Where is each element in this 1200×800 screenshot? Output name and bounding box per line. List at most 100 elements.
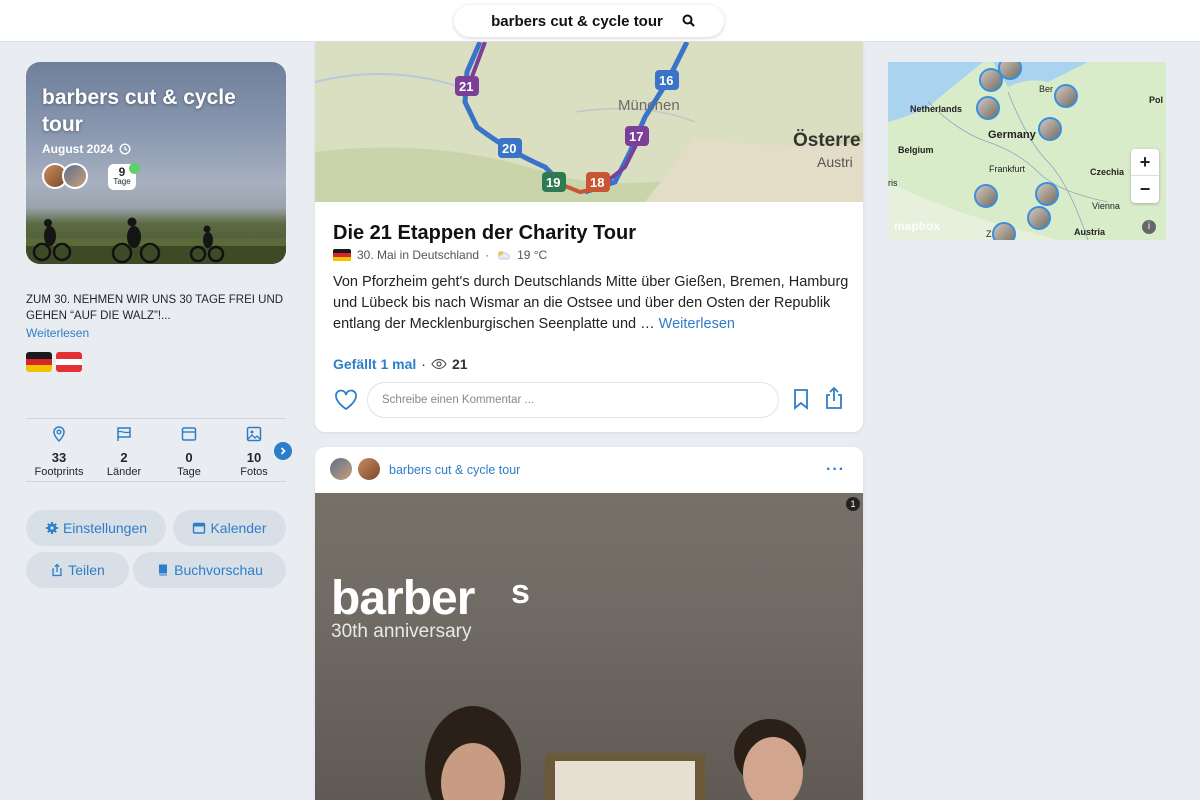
map-city-label: München <box>618 97 680 114</box>
post-header: barbers cut & cycle tour ··· <box>315 447 863 493</box>
map-label: Austria <box>1074 227 1106 237</box>
stat-label: Tage <box>177 466 201 478</box>
trip-description: ZUM 30. NEHMEN WIR UNS 30 TAGE FREI UND … <box>26 294 284 322</box>
share-icon[interactable] <box>823 386 845 410</box>
post-read-more-link[interactable]: Weiterlesen <box>659 316 735 332</box>
book-icon <box>159 564 168 576</box>
map-photo-marker[interactable] <box>1035 182 1059 206</box>
map-label: Vienna <box>1092 201 1120 211</box>
stage-marker: 16 <box>659 73 673 88</box>
comment-input[interactable]: Schreibe einen Kommentar ... <box>367 382 779 418</box>
top-bar: barbers cut & cycle tour <box>0 0 1200 42</box>
calendar-icon <box>193 522 206 534</box>
overview-map[interactable]: Netherlands Germany Belgium Frankfurt Cz… <box>888 62 1166 240</box>
trip-read-more-link[interactable]: Weiterlesen <box>26 326 89 340</box>
trip-stats: 33 Footprints 2 Länder 0 Tage 10 Fotos <box>26 418 286 482</box>
post-card: barbers cut & cycle tour ··· barber s 30… <box>315 447 863 800</box>
heart-icon[interactable] <box>333 387 359 413</box>
stat-days[interactable]: 0 Tage <box>159 425 219 478</box>
photo-count-badge: 1 <box>846 497 860 511</box>
photo-icon <box>246 426 262 442</box>
stat-countries[interactable]: 2 Länder <box>94 425 154 478</box>
stat-label: Footprints <box>34 466 84 478</box>
settings-button[interactable]: Einstellungen <box>26 510 166 546</box>
germany-flag-icon <box>333 248 351 262</box>
map-label: Frankfurt <box>989 164 1026 174</box>
map-photo-marker[interactable] <box>1038 117 1062 141</box>
trip-date: August 2024 <box>42 142 131 156</box>
trip-title: barbers cut & cycle tour <box>42 86 236 136</box>
post-photo[interactable]: barber s 30th anniversary 1 <box>315 493 863 800</box>
gear-icon <box>45 522 58 534</box>
post-weather: 19 °C <box>517 248 548 262</box>
trip-date-text: August 2024 <box>42 142 114 156</box>
days-badge-label: Tage <box>113 177 131 186</box>
trip-cover-card[interactable]: barbers cut & cycle tour August 2024 9 T… <box>26 62 286 264</box>
post-body-text: Von Pforzheim geht's durch Deutschlands … <box>333 274 849 332</box>
stat-footprints[interactable]: 33 Footprints <box>29 425 89 478</box>
country-flags <box>26 352 82 372</box>
map-label: Czechia <box>1090 167 1125 177</box>
flag-icon <box>117 427 131 441</box>
views-count: 21 <box>451 356 468 372</box>
photo-text-s: s <box>511 573 530 611</box>
stage-marker: 21 <box>459 79 473 94</box>
map-photo-marker[interactable] <box>992 222 1016 240</box>
map-info-icon[interactable]: i <box>1142 220 1156 234</box>
route-map[interactable]: 21 20 19 18 17 16 München Österre Austri <box>315 42 863 202</box>
stage-marker: 20 <box>502 141 516 156</box>
calendar-icon <box>181 427 197 441</box>
mapbox-logo[interactable]: mapbox <box>894 219 940 233</box>
book-preview-button[interactable]: Buchvorschau <box>133 552 286 588</box>
chevron-right-icon <box>280 447 286 455</box>
map-label: ris <box>888 178 898 188</box>
share-button[interactable]: Teilen <box>26 552 129 588</box>
stage-marker: 18 <box>590 175 604 190</box>
zoom-out-button[interactable]: − <box>1131 176 1159 203</box>
settings-button-label: Einstellungen <box>62 520 148 536</box>
calendar-button[interactable]: Kalender <box>173 510 286 546</box>
post-meta: 30. Mai in Deutschland · 19 °C <box>333 248 547 262</box>
share-button-label: Teilen <box>68 562 105 578</box>
stage-marker: 17 <box>629 129 643 144</box>
stat-value: 33 <box>51 450 67 465</box>
map-photo-marker[interactable] <box>974 184 998 208</box>
pin-icon <box>53 426 65 443</box>
post-title[interactable]: Die 21 Etappen der Charity Tour <box>333 222 636 245</box>
photo-text-sub: 30th anniversary <box>331 621 472 642</box>
clock-icon <box>119 143 131 155</box>
map-label: Pol <box>1149 95 1164 105</box>
avatar[interactable] <box>62 163 88 189</box>
partly-cloudy-icon <box>498 251 510 260</box>
post-author-link[interactable]: barbers cut & cycle tour <box>389 463 520 477</box>
austria-flag-icon <box>56 352 82 372</box>
trip-members[interactable] <box>42 163 88 189</box>
avatar[interactable] <box>357 457 381 481</box>
share-icon <box>52 563 62 577</box>
comment-placeholder: Schreibe einen Kommentar ... <box>382 394 535 406</box>
map-country-label-sub: Austri <box>817 154 853 170</box>
more-options-icon[interactable]: ··· <box>826 461 845 479</box>
map-photo-marker[interactable] <box>1027 206 1051 230</box>
germany-flag-icon <box>26 352 52 372</box>
post-date-location: 30. Mai in Deutschland <box>357 248 480 262</box>
book-preview-button-label: Buchvorschau <box>174 562 263 578</box>
map-photo-marker[interactable] <box>976 96 1000 120</box>
bookmark-icon[interactable] <box>791 388 811 410</box>
stat-value: 2 <box>120 450 128 465</box>
zoom-in-button[interactable]: + <box>1131 149 1159 176</box>
calendar-button-label: Kalender <box>210 520 267 536</box>
stat-label: Fotos <box>240 466 268 478</box>
likes-link[interactable]: Gefällt 1 mal <box>333 356 416 372</box>
stats-next-button[interactable] <box>274 442 292 460</box>
map-label: Z <box>986 229 992 239</box>
map-country-label: Österre <box>793 130 861 151</box>
trip-search-box[interactable]: barbers cut & cycle tour <box>454 5 724 37</box>
search-icon[interactable] <box>681 13 697 29</box>
live-status-dot <box>129 163 140 174</box>
avatar[interactable] <box>329 457 353 481</box>
post-body: Von Pforzheim geht's durch Deutschlands … <box>333 272 853 335</box>
map-photo-marker[interactable] <box>1054 84 1078 108</box>
map-zoom-controls: + − <box>1131 149 1159 203</box>
map-label: Ber <box>1039 84 1054 94</box>
